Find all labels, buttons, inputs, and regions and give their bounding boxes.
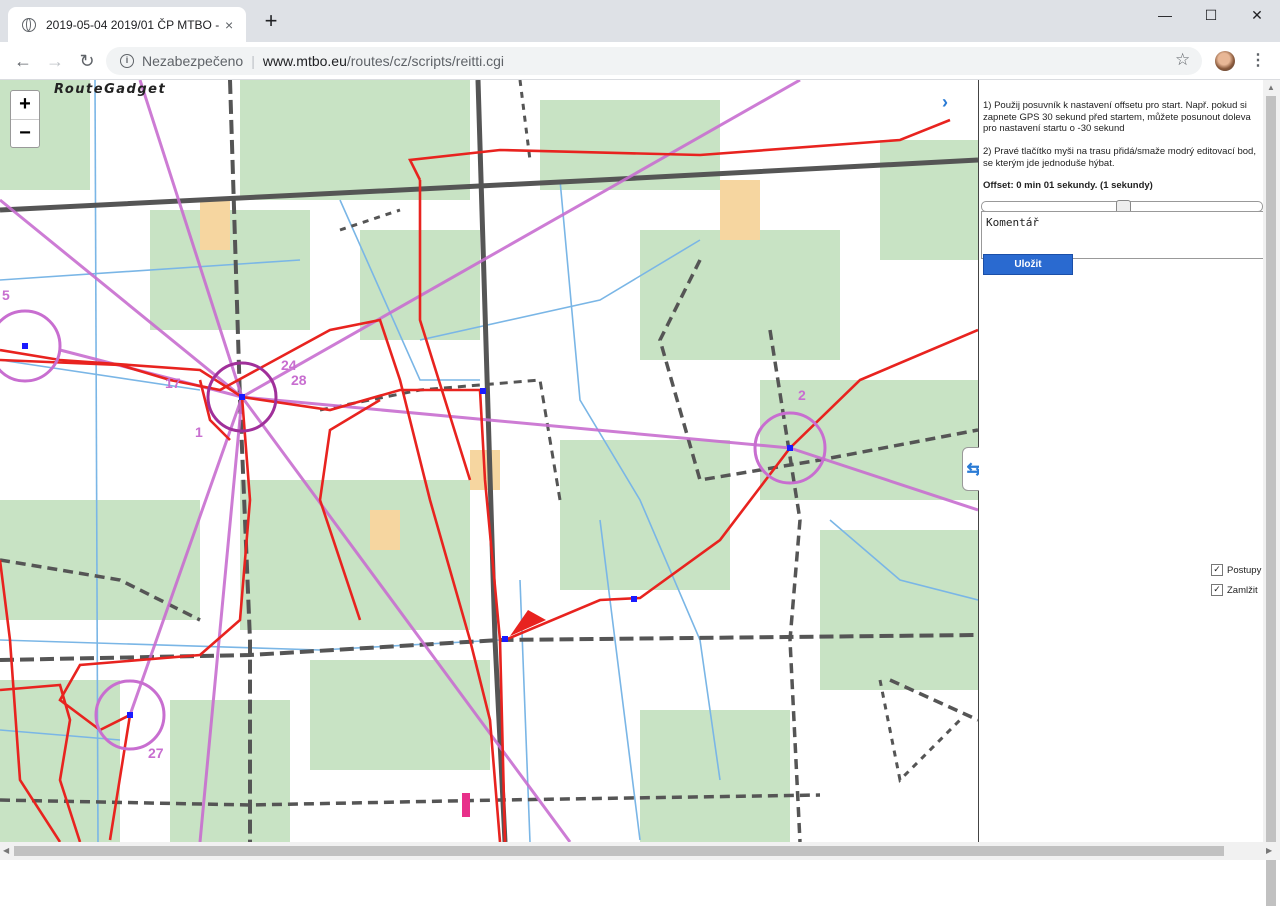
address-separator: | [251, 53, 255, 69]
back-button[interactable]: ← [10, 48, 36, 74]
minimize-button[interactable]: — [1142, 4, 1188, 28]
control-label-17: 17 [165, 375, 181, 391]
insecure-label: Nezabezpečeno [142, 53, 244, 69]
scroll-right-icon[interactable]: ▶ [1266, 846, 1272, 855]
address-bar[interactable]: i Nezabezpečeno | www.mtbo.eu/routes/cz/… [106, 47, 1202, 75]
instruction-offset: 1) Použij posuvník k nastavení offsetu p… [983, 100, 1251, 134]
browser-tab[interactable]: 2019-05-04 2019/01 ČP MTBO - × [8, 7, 246, 42]
globe-icon [22, 17, 36, 32]
map-marker [462, 793, 470, 817]
tab-close-icon[interactable]: × [225, 17, 233, 33]
offset-readout: Offset: 0 min 01 sekundy. (1 sekundy) [983, 180, 1153, 191]
url-host: www.mtbo.eu [262, 53, 347, 69]
bookmark-star-icon[interactable]: ☆ [1175, 50, 1190, 70]
browser-toolbar: ← → ↻ i Nezabezpečeno | www.mtbo.eu/rout… [0, 42, 1280, 80]
orienteering-map[interactable]: 5 17 24 28 1 2 27 [0, 80, 978, 842]
scroll-up-icon[interactable]: ▲ [1267, 83, 1275, 92]
checkbox-postupy-label: Postupy [1227, 564, 1262, 576]
profile-avatar[interactable] [1215, 51, 1235, 71]
horizontal-scrollbar-thumb[interactable] [14, 846, 1224, 856]
routegadget-logo: RouteGadget [54, 82, 167, 97]
instruction-edit-points: 2) Pravé tlačítko myši na trasu přidá/sm… [983, 146, 1256, 169]
zoom-in-button[interactable]: + [11, 91, 39, 120]
zoom-out-button[interactable]: − [11, 120, 39, 148]
zoom-control: + − [10, 90, 40, 148]
side-panel: 1) Použij posuvník k nastavení offsetu p… [979, 80, 1265, 842]
reload-button[interactable]: ↻ [74, 48, 100, 74]
map-canvas[interactable]: 5 17 24 28 1 2 27 [0, 80, 978, 842]
info-icon[interactable]: i [120, 54, 134, 68]
scroll-left-icon[interactable]: ◀ [3, 846, 9, 855]
control-label-24: 24 [281, 357, 297, 373]
control-label-28: 28 [291, 372, 307, 388]
control-label-27: 27 [148, 745, 164, 761]
control-label-1: 1 [195, 424, 203, 440]
new-tab-button[interactable]: + [258, 10, 284, 32]
checkbox-zamlzit-box[interactable]: ✓ [1211, 584, 1223, 596]
control-label-2: 2 [798, 387, 806, 403]
vertical-scrollbar[interactable]: ▲ [1263, 80, 1280, 906]
tab-bar: 2019-05-04 2019/01 ČP MTBO - × + — ☐ ✕ [0, 0, 1280, 42]
runner-position-arrow [510, 610, 546, 636]
forward-button[interactable]: → [42, 48, 68, 74]
vertical-scrollbar-thumb[interactable] [1266, 96, 1276, 906]
window-close-button[interactable]: ✕ [1234, 4, 1280, 28]
browser-menu-icon[interactable]: ⋮ [1250, 50, 1266, 70]
maximize-button[interactable]: ☐ [1188, 4, 1234, 28]
checkbox-postupy-box[interactable]: ✓ [1211, 564, 1223, 576]
control-label-5: 5 [2, 287, 10, 303]
save-button[interactable]: Uložit [983, 254, 1073, 275]
horizontal-scrollbar[interactable]: ◀ ▶ [0, 842, 1280, 860]
url-path: /routes/cz/scripts/reitti.cgi [346, 53, 505, 69]
tab-title: 2019-05-04 2019/01 ČP MTBO - [46, 17, 220, 32]
comment-input[interactable] [981, 211, 1265, 259]
chevron-right-icon[interactable]: › [942, 92, 948, 113]
checkbox-zamlzit[interactable]: ✓ Zamlžit [1211, 584, 1258, 596]
checkbox-postupy[interactable]: ✓ Postupy [1211, 564, 1261, 576]
checkbox-zamlzit-label: Zamlžit [1227, 584, 1258, 596]
